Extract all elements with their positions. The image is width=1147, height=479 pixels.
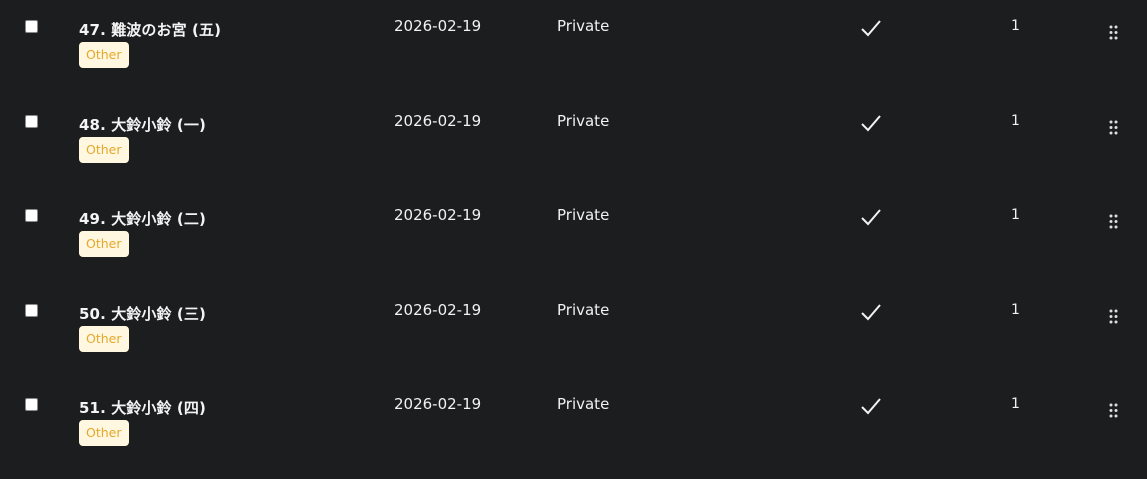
checkmark-icon [861,398,881,415]
item-count: 1 [1011,113,1020,129]
row-checkbox[interactable] [25,20,38,33]
item-title[interactable]: 49. 大鈴小鈴 (二) [79,208,206,229]
item-count: 1 [1011,207,1020,223]
list-item: 51. 大鈴小鈴 (四) Other 2026-02-19 Private 1 [0,378,1147,472]
category-tag: Other [79,231,129,257]
item-count: 1 [1011,396,1020,412]
list-item: 50. 大鈴小鈴 (三) Other 2026-02-19 Private 1 [0,284,1147,378]
drag-handle-icon[interactable] [1109,214,1118,229]
item-date: 2026-02-19 [394,301,482,319]
checkmark-icon [861,304,881,321]
visibility-status: Private [557,206,610,224]
item-title[interactable]: 48. 大鈴小鈴 (一) [79,114,206,135]
item-count: 1 [1011,302,1020,318]
list-item: 48. 大鈴小鈴 (一) Other 2026-02-19 Private 1 [0,95,1147,189]
item-title[interactable]: 51. 大鈴小鈴 (四) [79,397,206,418]
item-date: 2026-02-19 [394,395,482,413]
visibility-status: Private [557,301,610,319]
row-checkbox[interactable] [25,304,38,317]
item-date: 2026-02-19 [394,112,482,130]
checkmark-icon [861,115,881,132]
row-checkbox[interactable] [25,115,38,128]
drag-handle-icon[interactable] [1109,120,1118,135]
checkmark-icon [861,20,881,37]
item-date: 2026-02-19 [394,17,482,35]
drag-handle-icon[interactable] [1109,309,1118,324]
row-checkbox[interactable] [25,209,38,222]
drag-handle-icon[interactable] [1109,25,1118,40]
checkmark-icon [861,209,881,226]
list-item: 49. 大鈴小鈴 (二) Other 2026-02-19 Private 1 [0,189,1147,283]
item-title[interactable]: 47. 難波のお宮 (五) [79,19,221,40]
category-tag: Other [79,42,129,68]
chapter-list: 47. 難波のお宮 (五) Other 2026-02-19 Private 1… [0,0,1147,479]
visibility-status: Private [557,17,610,35]
row-checkbox[interactable] [25,398,38,411]
item-title[interactable]: 50. 大鈴小鈴 (三) [79,303,206,324]
visibility-status: Private [557,395,610,413]
visibility-status: Private [557,112,610,130]
category-tag: Other [79,137,129,163]
list-item: 47. 難波のお宮 (五) Other 2026-02-19 Private 1 [0,0,1147,94]
drag-handle-icon[interactable] [1109,403,1118,418]
item-date: 2026-02-19 [394,206,482,224]
category-tag: Other [79,420,129,446]
category-tag: Other [79,326,129,352]
item-count: 1 [1011,18,1020,34]
